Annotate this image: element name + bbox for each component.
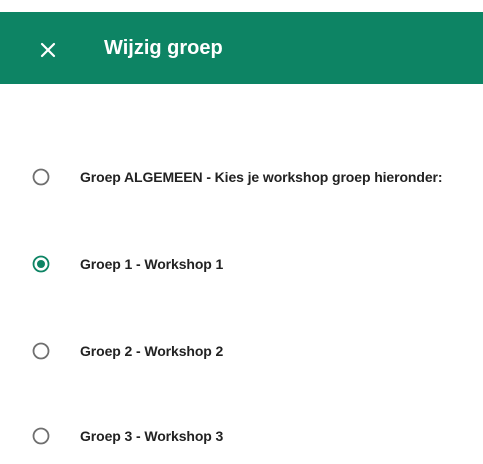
option-label: Groep 1 - Workshop 1 (80, 256, 224, 272)
option-group-1[interactable]: Groep 1 - Workshop 1 (0, 242, 483, 286)
option-group-algemeen[interactable]: Groep ALGEMEEN - Kies je workshop groep … (0, 155, 483, 199)
radio-button[interactable] (32, 168, 50, 186)
radio-button[interactable] (32, 255, 50, 273)
option-group-3[interactable]: Groep 3 - Workshop 3 (0, 414, 483, 458)
radio-button[interactable] (32, 342, 50, 360)
option-group-2[interactable]: Groep 2 - Workshop 2 (0, 329, 483, 373)
app-bar: Wijzig groep (0, 12, 483, 84)
change-group-dialog: Wijzig groep Groep ALGEMEEN - Kies je wo… (0, 0, 483, 464)
page-title: Wijzig groep (104, 37, 223, 59)
close-icon (40, 42, 56, 58)
radio-button[interactable] (32, 427, 50, 445)
radio-unchecked-icon (32, 427, 50, 445)
radio-unchecked-icon (32, 342, 50, 360)
close-button[interactable] (34, 36, 62, 64)
radio-checked-icon (32, 255, 50, 273)
option-label: Groep 3 - Workshop 3 (80, 428, 224, 444)
option-label: Groep ALGEMEEN - Kies je workshop groep … (80, 169, 443, 185)
radio-unchecked-icon (32, 168, 50, 186)
option-label: Groep 2 - Workshop 2 (80, 343, 224, 359)
